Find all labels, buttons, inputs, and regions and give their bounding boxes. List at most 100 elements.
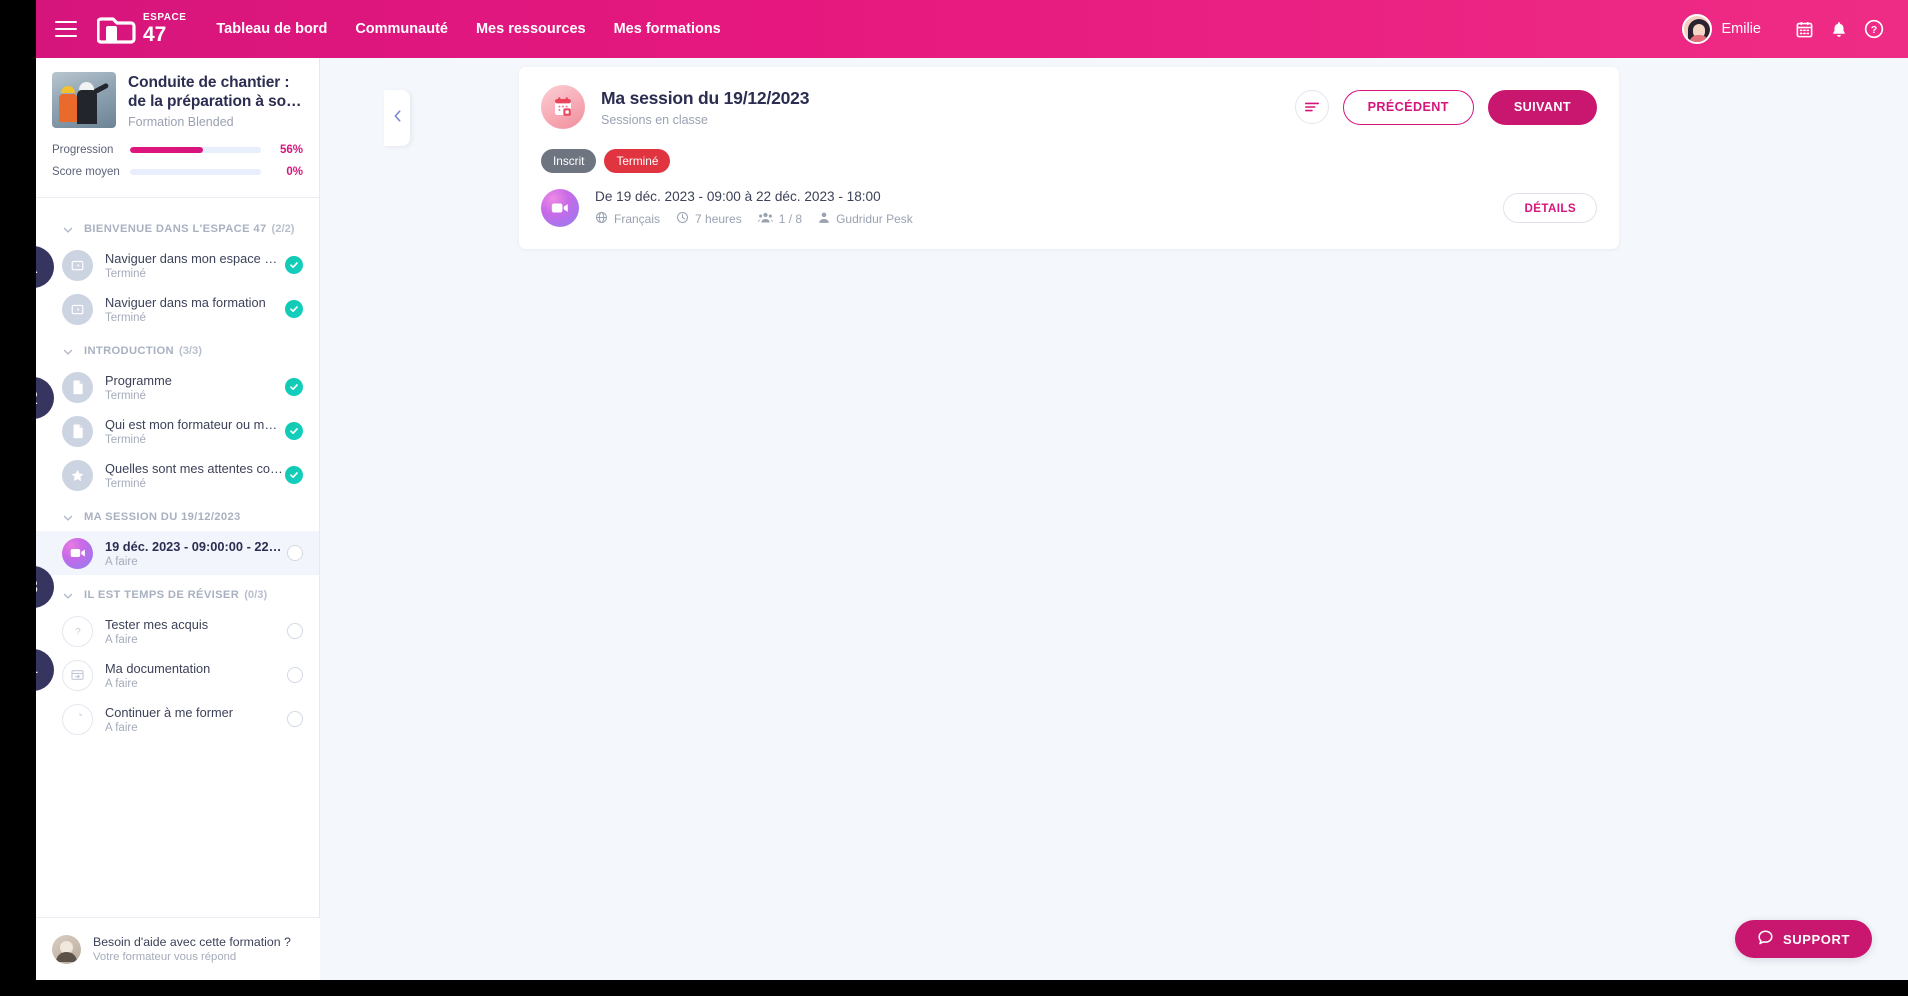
curriculum-item-status: A faire	[105, 555, 138, 568]
nav-item-mes-formations[interactable]: Mes formations	[614, 21, 721, 37]
details-button[interactable]: DÉTAILS	[1503, 193, 1597, 223]
curriculum-item-status: A faire	[105, 721, 138, 734]
chevron-left-icon	[392, 109, 403, 128]
meter-score-moyen: Score moyen 0%	[52, 161, 303, 183]
logo-mark-icon	[96, 11, 141, 47]
calendar-icon[interactable]	[1795, 20, 1814, 39]
nav-item-mes-ressources[interactable]: Mes ressources	[476, 21, 586, 37]
section-count: (2/2)	[271, 223, 295, 235]
section-header-1[interactable]: BIENVENUE DANS L'ESPACE 47 (2/2)	[36, 209, 319, 243]
section-title: BIENVENUE DANS L'ESPACE 47	[84, 223, 267, 235]
curriculum-item-title: Programme	[105, 372, 172, 388]
meter-label: Progression	[52, 144, 114, 157]
progress-bar-track	[130, 169, 261, 176]
next-button[interactable]: SUIVANT	[1487, 89, 1597, 125]
completed-check-icon	[285, 466, 303, 484]
page-title: Conduite de chantier : de la préparation…	[128, 74, 302, 111]
progress-meters: Progression 56% Score moyen 0%	[36, 129, 319, 197]
video-camera-icon	[62, 537, 93, 569]
chevron-down-icon	[62, 223, 74, 235]
callout-badge-label: 3	[36, 577, 38, 598]
curriculum-item-title: Naviguer dans ma formation	[105, 294, 266, 310]
curriculum-item[interactable]: Naviguer dans mon espace de for…Terminé	[36, 243, 319, 287]
sidebar-collapse-button[interactable]	[384, 90, 410, 146]
session-card-body: Inscrit Terminé De 19 déc. 2023 - 09:00 …	[519, 147, 1619, 249]
curriculum-item-title: Naviguer dans mon espace de for…	[105, 250, 283, 266]
chat-bubble-icon	[1757, 929, 1774, 949]
status-badge-termine: Terminé	[604, 149, 671, 173]
curriculum-item[interactable]: Qui est mon formateur ou ma for… Terminé	[36, 409, 319, 453]
progress-bar-fill	[130, 147, 204, 154]
meta-language: Français	[595, 211, 660, 227]
video-camera-icon	[541, 189, 579, 227]
question-icon: ?	[62, 615, 93, 647]
document-icon	[62, 415, 93, 447]
clock-icon	[676, 211, 689, 227]
completed-check-icon	[285, 300, 303, 318]
incomplete-circle-icon	[287, 667, 303, 683]
hamburger-icon[interactable]	[55, 21, 77, 37]
chevron-down-icon	[62, 345, 74, 357]
incomplete-circle-icon	[287, 711, 303, 727]
chevron-down-icon	[62, 589, 74, 601]
curriculum-item-status: Terminé	[105, 311, 146, 324]
meta-trainer: Gudridur Pesk	[818, 211, 913, 227]
avatar[interactable]	[1681, 14, 1712, 44]
trainer-help-banner[interactable]: Besoin d'aide avec cette formation ? Vot…	[36, 917, 320, 980]
section-header-4[interactable]: IL EST TEMPS DE RÉVISER (0/3)	[36, 575, 319, 609]
video-tile-icon	[62, 293, 93, 325]
curriculum-item-title: Tester mes acquis	[105, 616, 209, 632]
session-title: Ma session du 19/12/2023	[601, 87, 810, 108]
curriculum-item[interactable]: Continuer à me former A faire	[36, 697, 319, 741]
list-lines-icon[interactable]	[1294, 90, 1329, 124]
meta-duration: 7 heures	[676, 211, 742, 227]
course-header: Conduite de chantier : de la préparation…	[36, 58, 319, 129]
curriculum-item-title: Quelles sont mes attentes concer…	[105, 460, 283, 476]
chevron-down-icon	[62, 511, 74, 523]
curriculum-item[interactable]: Programme Terminé	[36, 365, 319, 409]
nav-item-tableau-de-bord[interactable]: Tableau de bord	[216, 21, 327, 37]
people-icon	[757, 211, 773, 227]
meta-label: Français	[614, 212, 661, 226]
bell-icon[interactable]	[1830, 20, 1848, 39]
archive-icon	[62, 659, 93, 691]
logo-47-text: 47	[143, 23, 167, 46]
curriculum-item[interactable]: Ma documentation A faire	[36, 653, 319, 697]
curriculum-item[interactable]: Naviguer dans ma formation Terminé	[36, 287, 319, 331]
meter-label: Score moyen	[52, 166, 120, 179]
curriculum-item[interactable]: 19 déc. 2023 - 09:00:00 - 22 déc. 2…A fa…	[36, 531, 319, 575]
espace47-logo[interactable]: ESPACE 47	[96, 11, 186, 47]
callout-badge-label: 2	[36, 388, 38, 409]
section-header-3[interactable]: MA SESSION DU 19/12/2023	[36, 497, 319, 531]
course-thumbnail	[52, 72, 116, 128]
support-label: SUPPORT	[1782, 931, 1850, 947]
curriculum-item-status: A faire	[105, 677, 138, 690]
previous-button[interactable]: PRÉCÉDENT	[1342, 89, 1474, 125]
section-title: MA SESSION DU 19/12/2023	[84, 511, 241, 523]
curriculum-item[interactable]: ? Tester mes acquis A faire	[36, 609, 319, 653]
support-button[interactable]: SUPPORT	[1734, 920, 1872, 958]
person-icon	[818, 211, 830, 227]
session-datetime: De 19 déc. 2023 - 09:00 à 22 déc. 2023 -…	[595, 189, 881, 204]
video-tile-icon	[62, 249, 93, 281]
help-icon[interactable]: ?	[1864, 19, 1884, 39]
curriculum-item-title: Ma documentation	[105, 660, 211, 676]
callout-badge-label: 1	[36, 257, 38, 278]
curriculum-item[interactable]: Quelles sont mes attentes concer…Terminé	[36, 453, 319, 497]
completed-check-icon	[285, 422, 303, 440]
section-title: IL EST TEMPS DE RÉVISER	[84, 589, 240, 601]
curriculum-item-title: Continuer à me former	[105, 704, 234, 720]
help-title: Besoin d'aide avec cette formation ?	[93, 935, 291, 949]
status-badge-inscrit: Inscrit	[541, 149, 597, 173]
course-subtitle: Formation Blended	[128, 115, 234, 130]
coach-avatar	[52, 934, 81, 964]
nav-item-communaute[interactable]: Communauté	[355, 21, 448, 37]
incomplete-circle-icon	[287, 545, 303, 561]
user-name-label[interactable]: Emilie	[1722, 21, 1761, 37]
document-icon	[62, 703, 93, 735]
curriculum-item-status: Terminé	[105, 389, 146, 402]
section-header-2[interactable]: INTRODUCTION (3/3)	[36, 331, 319, 365]
curriculum-list[interactable]: BIENVENUE DANS L'ESPACE 47 (2/2) Naviguer …	[36, 209, 319, 917]
curriculum-item-status: Terminé	[105, 477, 146, 490]
curriculum-item-title: 19 déc. 2023 - 09:00:00 - 22 déc. 2…	[105, 538, 283, 554]
